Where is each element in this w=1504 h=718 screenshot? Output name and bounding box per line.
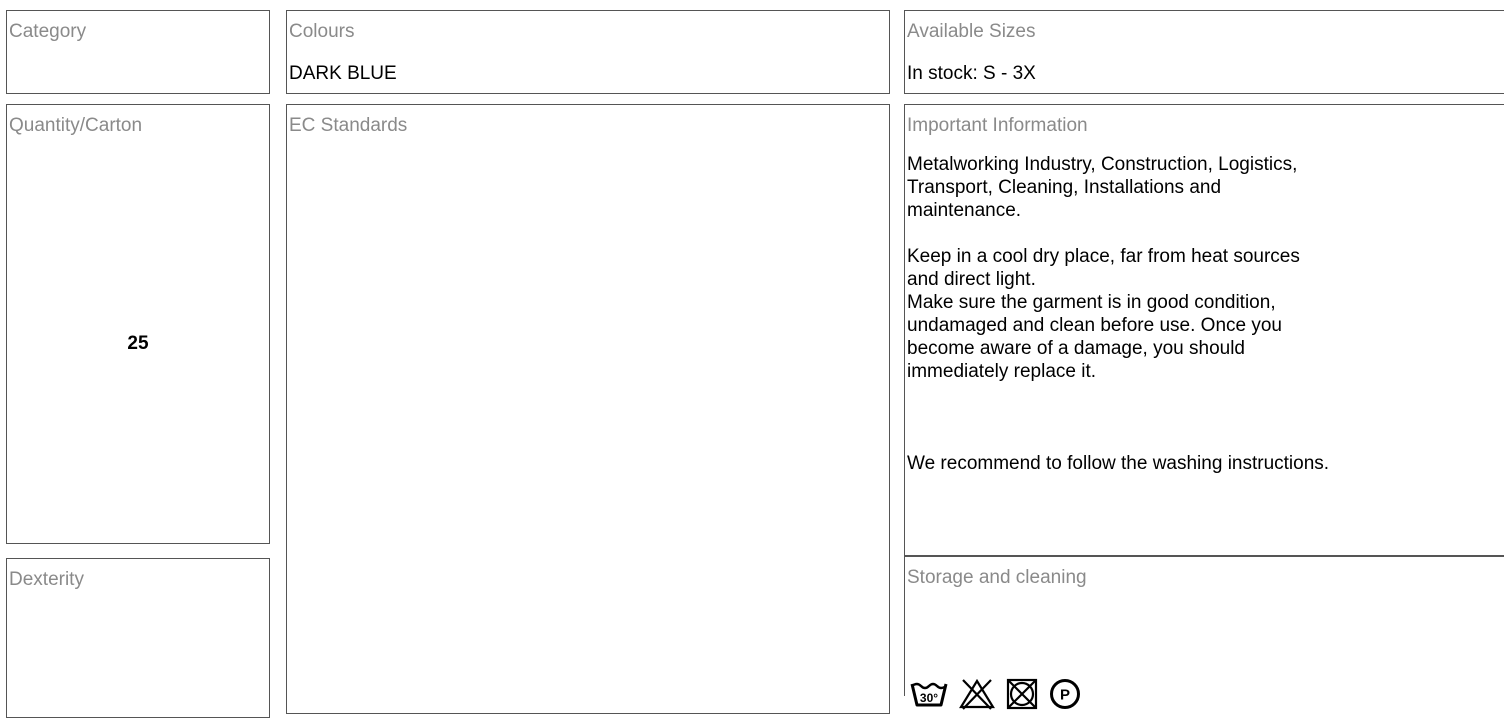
info-line: Keep in a cool dry place, far from heat … xyxy=(907,246,1300,267)
wash-30-icon: 30° xyxy=(910,679,948,709)
info-line: maintenance. xyxy=(907,200,1022,221)
quantity-label: Quantity/Carton xyxy=(9,115,143,136)
important-label: Important Information xyxy=(907,115,1088,136)
storage-box: Storage and cleaning 30° P xyxy=(904,556,1504,710)
info-line: undamaged and clean before use. Once you xyxy=(907,315,1282,336)
info-line: We recommend to follow the washing instr… xyxy=(907,453,1330,474)
dexterity-label: Dexterity xyxy=(9,569,84,590)
important-text: Metalworking Industry, Construction, Log… xyxy=(907,153,1329,475)
info-line: become aware of a damage, you should xyxy=(907,338,1245,359)
dexterity-box: Dexterity xyxy=(6,558,270,718)
important-box: Important Information Metalworking Indus… xyxy=(904,104,1504,556)
quantity-value: 25 xyxy=(127,333,149,354)
sizes-value: In stock: S - 3X xyxy=(907,63,1036,84)
info-line: Metalworking Industry, Construction, Log… xyxy=(907,154,1298,175)
dry-clean-p-icon: P xyxy=(1049,678,1081,710)
info-line: Transport, Cleaning, Installations and xyxy=(907,177,1222,198)
standards-box: EC Standards xyxy=(286,104,890,714)
standards-label: EC Standards xyxy=(289,115,408,136)
info-line: and direct light. xyxy=(907,269,1036,290)
storage-label: Storage and cleaning xyxy=(907,567,1087,588)
category-box: Category xyxy=(6,10,270,94)
no-bleach-icon xyxy=(959,678,995,710)
colours-value: DARK BLUE xyxy=(289,63,397,84)
wash-temp-text: 30° xyxy=(920,691,938,705)
no-tumble-dry-icon xyxy=(1006,678,1038,710)
colours-box: Colours DARK BLUE xyxy=(286,10,890,94)
colours-label: Colours xyxy=(289,21,355,42)
dryclean-letter: P xyxy=(1060,687,1070,704)
category-label: Category xyxy=(9,21,87,42)
care-icons: 30° P xyxy=(910,678,1081,710)
sizes-label: Available Sizes xyxy=(907,21,1036,42)
quantity-box: Quantity/Carton 25 xyxy=(6,104,270,544)
info-line: Make sure the garment is in good conditi… xyxy=(907,292,1276,313)
sizes-box: Available Sizes In stock: S - 3X xyxy=(904,10,1504,94)
info-line: immediately replace it. xyxy=(907,361,1097,382)
